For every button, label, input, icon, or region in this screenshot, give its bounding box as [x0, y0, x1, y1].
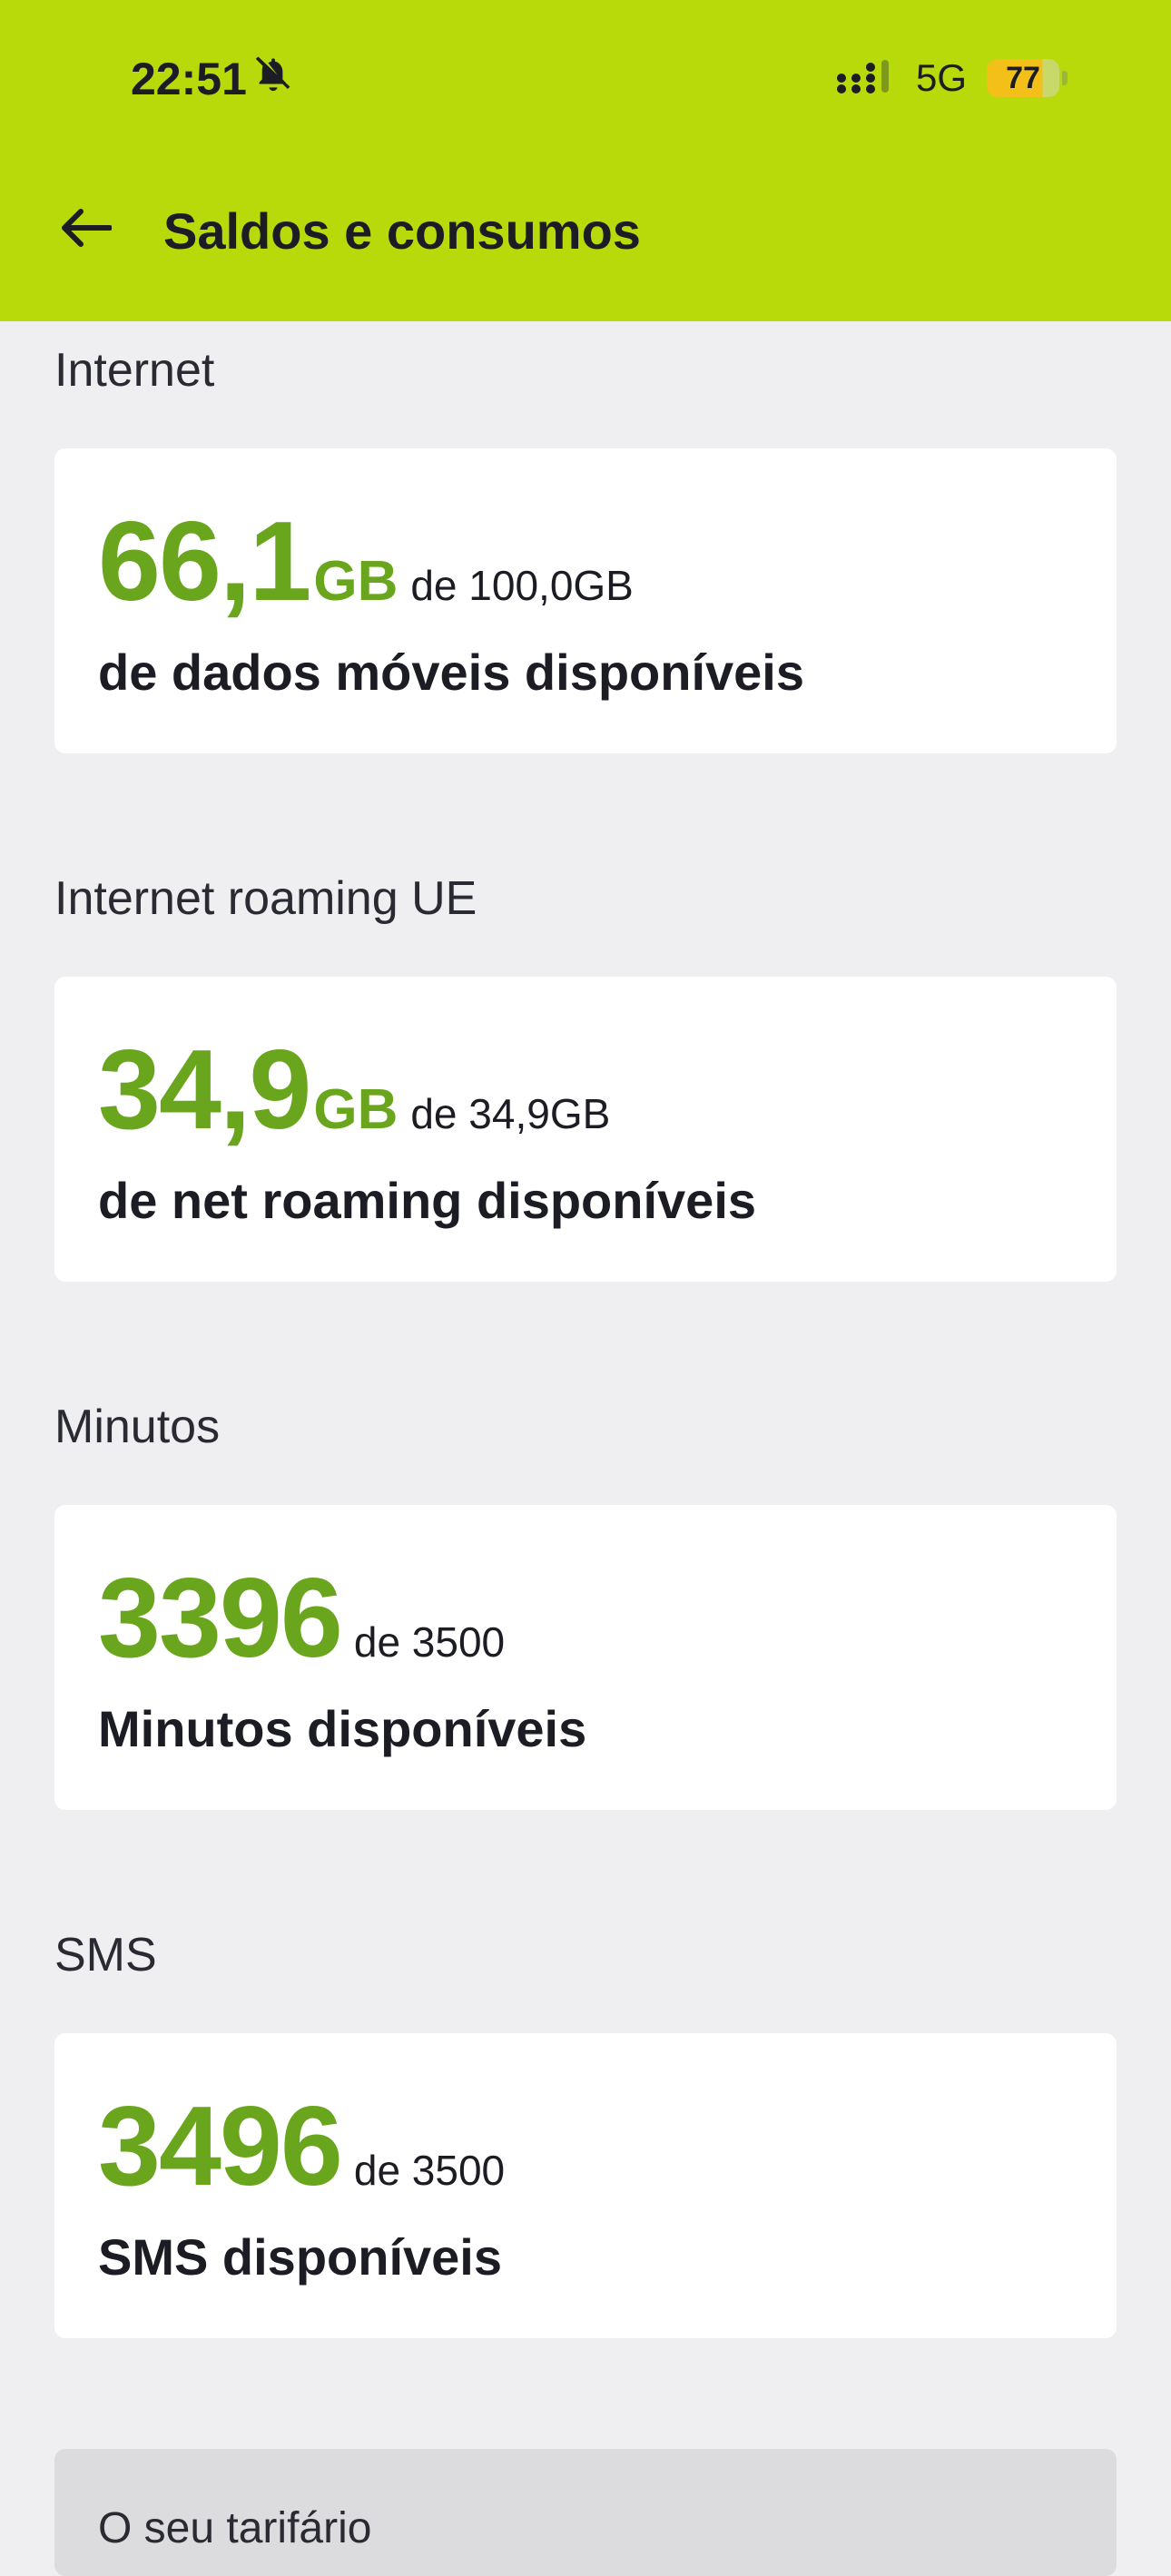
- balance-total: de 100,0GB: [410, 562, 634, 609]
- network-label: 5G: [915, 56, 967, 99]
- battery-icon: 77: [987, 59, 1068, 97]
- balance-value-row: 3496 de 3500: [98, 2082, 505, 2211]
- status-time: 22:51: [131, 54, 247, 104]
- balance-total: de 34,9GB: [410, 1090, 611, 1137]
- balance-description: SMS disponíveis: [98, 2228, 502, 2286]
- tariff-label: O seu tarifário: [98, 2504, 372, 2552]
- cellular-signal-icon: [836, 58, 896, 99]
- section-label-minutes: Minutos: [54, 1401, 221, 1453]
- status-right-group: 5G 77: [836, 56, 1068, 100]
- battery-level: 77: [987, 59, 1059, 97]
- back-button[interactable]: [54, 198, 118, 261]
- section-label-roaming: Internet roaming UE: [54, 872, 477, 925]
- balance-total: de 3500: [353, 2147, 506, 2194]
- balance-value-row: 3396 de 3500: [98, 1554, 505, 1683]
- bell-slash-icon: [252, 53, 294, 105]
- balance-description: Minutos disponíveis: [98, 1700, 587, 1757]
- status-time-group: 22:51: [131, 53, 294, 105]
- balance-card-minutes[interactable]: 3396 de 3500 Minutos disponíveis: [54, 1505, 1117, 1810]
- balance-value: 34,9: [98, 1027, 311, 1153]
- arrow-left-icon: [61, 208, 113, 252]
- balance-card-sms[interactable]: 3496 de 3500 SMS disponíveis: [54, 2033, 1117, 2338]
- balance-value-row: 34,9 GB de 34,9GB: [98, 1026, 610, 1155]
- balance-total: de 3500: [353, 1618, 506, 1666]
- balance-value: 3396: [98, 1556, 343, 1681]
- balance-unit: GB: [313, 550, 399, 613]
- balance-unit: GB: [313, 1078, 399, 1141]
- balance-value: 3496: [98, 2084, 343, 2209]
- section-label-internet: Internet: [54, 344, 215, 397]
- section-label-sms: SMS: [54, 1929, 157, 1981]
- balance-value-row: 66,1 GB de 100,0GB: [98, 497, 634, 626]
- app-header: 22:51 5G 77 Saldos e consumos: [0, 0, 1171, 321]
- balance-value: 66,1: [98, 499, 311, 624]
- balance-card-internet[interactable]: 66,1 GB de 100,0GB de dados móveis dispo…: [54, 448, 1117, 753]
- balance-card-roaming[interactable]: 34,9 GB de 34,9GB de net roaming disponí…: [54, 977, 1117, 1282]
- balance-description: de net roaming disponíveis: [98, 1172, 757, 1229]
- tariff-card[interactable]: O seu tarifário: [54, 2449, 1117, 2576]
- balance-description: de dados móveis disponíveis: [98, 644, 805, 701]
- page-title: Saldos e consumos: [163, 202, 641, 260]
- battery-cap: [1062, 71, 1068, 85]
